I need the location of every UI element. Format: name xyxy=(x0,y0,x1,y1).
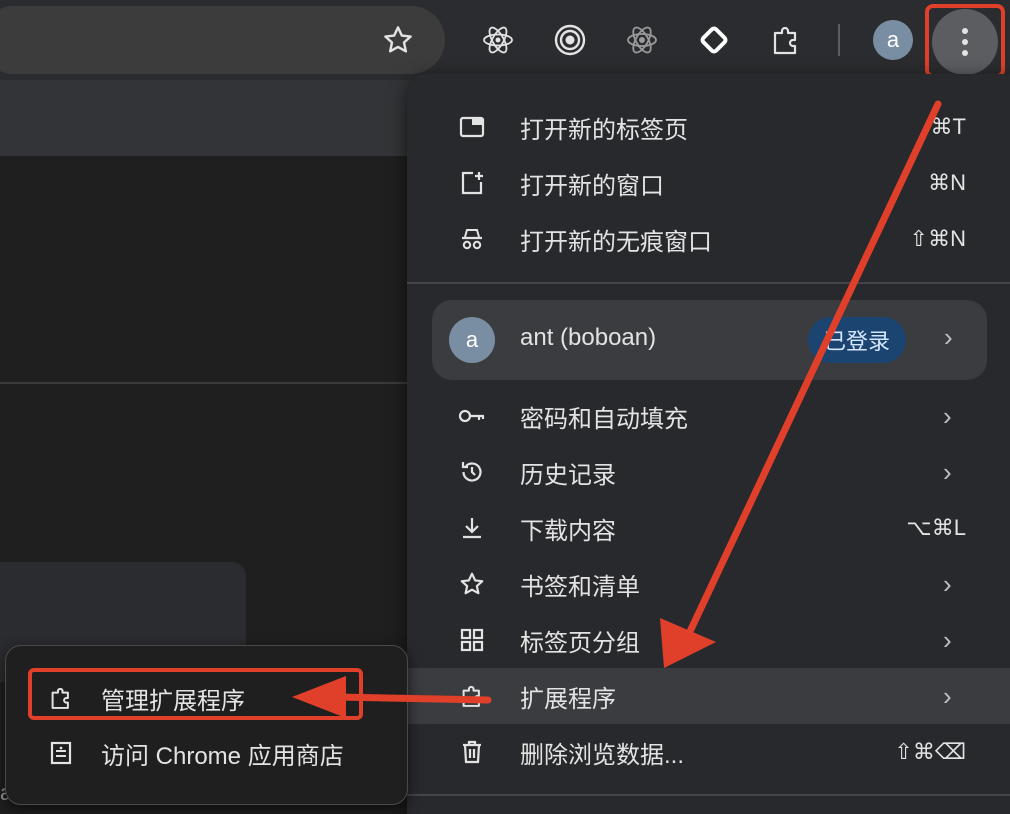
menu-item-label: 历史记录 xyxy=(520,461,616,489)
puzzle-icon xyxy=(46,683,76,713)
react-devtools-icon[interactable] xyxy=(476,18,520,62)
submenu-item-web-store[interactable]: 访问 Chrome 应用商店 xyxy=(6,726,406,780)
signed-in-badge: 已登录 xyxy=(808,317,906,363)
incognito-icon xyxy=(457,224,487,254)
menu-item-extensions[interactable]: 扩展程序 › xyxy=(407,668,1010,724)
three-dots-icon xyxy=(962,28,968,34)
chevron-right-icon: › xyxy=(943,400,952,431)
submenu-item-label: 访问 Chrome 应用商店 xyxy=(101,742,344,770)
web-store-icon xyxy=(46,738,76,768)
menu-item-passwords[interactable]: 密码和自动填充 › xyxy=(407,388,1010,444)
menu-item-label: 打开新的窗口 xyxy=(520,172,664,200)
bookmark-star-icon[interactable] xyxy=(376,18,420,62)
menu-item-clear-data[interactable]: 删除浏览数据... ⇧⌘⌫ xyxy=(407,724,1010,780)
dot xyxy=(962,39,968,45)
menu-item-bookmarks[interactable]: 书签和清单 › xyxy=(407,556,1010,612)
menu-item-label: 密码和自动填充 xyxy=(520,405,688,433)
toolbar-divider xyxy=(838,24,840,56)
avatar: a xyxy=(449,317,495,363)
new-tab-icon xyxy=(457,112,487,142)
puzzle-icon xyxy=(457,681,487,711)
menu-item-new-window[interactable]: 打开新的窗口 ⌘N xyxy=(407,155,1010,211)
chevron-right-icon: › xyxy=(944,322,953,352)
menu-item-label: 下载内容 xyxy=(520,517,616,545)
page-divider xyxy=(0,382,420,384)
chrome-main-menu: 打开新的标签页 ⌘T 打开新的窗口 ⌘N 打开新的无痕窗口 ⇧⌘N a ant … xyxy=(407,74,1010,814)
menu-item-label: 删除浏览数据... xyxy=(520,741,685,769)
menu-item-tab-groups[interactable]: 标签页分组 › xyxy=(407,612,1010,668)
profile-name: ant (boboan) xyxy=(520,324,657,351)
menu-item-new-tab[interactable]: 打开新的标签页 ⌘T xyxy=(407,99,1010,155)
menu-item-history[interactable]: 历史记录 › xyxy=(407,444,1010,500)
menu-item-shortcut: ⌘T xyxy=(930,114,966,139)
profile-row[interactable]: a ant (boboan) 已登录 › xyxy=(432,300,987,380)
submenu-item-label: 管理扩展程序 xyxy=(101,687,245,715)
submenu-item-manage-extensions[interactable]: 管理扩展程序 xyxy=(6,671,406,725)
profile-avatar-button[interactable]: a xyxy=(873,20,913,60)
avatar-letter: a xyxy=(886,27,900,52)
star-icon xyxy=(457,569,487,599)
extensions-submenu: 管理扩展程序 访问 Chrome 应用商店 xyxy=(5,645,408,805)
chrome-menu-button[interactable] xyxy=(932,9,998,75)
menu-item-label: 打开新的标签页 xyxy=(520,116,688,144)
puzzle-extensions-icon[interactable] xyxy=(764,18,808,62)
menu-divider xyxy=(407,794,1010,796)
download-icon xyxy=(457,513,487,543)
menu-item-shortcut: ⇧⌘⌫ xyxy=(894,739,966,764)
menu-item-shortcut: ⌘N xyxy=(928,170,966,195)
diamond-icon[interactable] xyxy=(692,18,736,62)
chevron-right-icon: › xyxy=(943,456,952,487)
browser-toolbar: a xyxy=(0,0,1010,80)
target-icon[interactable] xyxy=(548,18,592,62)
menu-item-label: 打开新的无痕窗口 xyxy=(520,228,712,256)
avatar-letter: a xyxy=(465,327,479,352)
chevron-right-icon: › xyxy=(943,680,952,711)
new-window-icon xyxy=(457,168,487,198)
chevron-right-icon: › xyxy=(943,568,952,599)
menu-item-label: 书签和清单 xyxy=(520,573,640,601)
tab-groups-icon xyxy=(457,625,487,655)
menu-item-label: 标签页分组 xyxy=(520,629,640,657)
menu-item-shortcut: ⌥⌘L xyxy=(906,515,966,540)
menu-item-downloads[interactable]: 下载内容 ⌥⌘L xyxy=(407,500,1010,556)
key-icon xyxy=(457,401,487,431)
menu-item-new-incognito[interactable]: 打开新的无痕窗口 ⇧⌘N xyxy=(407,211,1010,267)
atom-icon[interactable] xyxy=(620,18,664,62)
chevron-right-icon: › xyxy=(943,624,952,655)
dot xyxy=(962,50,968,56)
menu-item-shortcut: ⇧⌘N xyxy=(909,226,966,251)
menu-divider xyxy=(407,282,1010,284)
history-icon xyxy=(457,457,487,487)
trash-icon xyxy=(457,737,487,767)
menu-item-label: 扩展程序 xyxy=(520,685,616,713)
